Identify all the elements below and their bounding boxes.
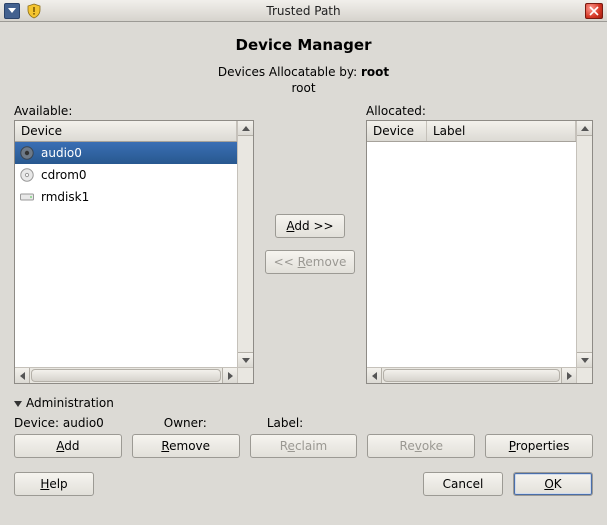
allocated-list-header[interactable]: Device Label [367, 121, 576, 142]
admin-revoke-button[interactable]: Revoke [367, 434, 475, 458]
scroll-corner [237, 367, 253, 383]
add-button[interactable]: Add >> [275, 214, 345, 238]
admin-remove-button[interactable]: Remove [132, 434, 240, 458]
allocated-label: Allocated: [366, 104, 593, 118]
cancel-button[interactable]: Cancel [423, 472, 503, 496]
scroll-left-button[interactable] [15, 368, 30, 383]
chevron-down-icon [14, 401, 22, 407]
scroll-up-button[interactable] [577, 121, 592, 136]
list-item[interactable]: cdrom0 [15, 164, 237, 186]
scroll-corner [576, 367, 592, 383]
ok-button[interactable]: OK [513, 472, 593, 496]
available-list[interactable]: Device audio0 cdrom0 rmdis [14, 120, 254, 384]
available-list-header[interactable]: Device [15, 121, 237, 142]
admin-properties-button[interactable]: Properties [485, 434, 593, 458]
help-button[interactable]: Help [14, 472, 94, 496]
available-list-body[interactable]: audio0 cdrom0 rmdisk1 [15, 142, 237, 367]
scroll-down-button[interactable] [238, 352, 253, 367]
horizontal-scrollbar[interactable] [15, 367, 237, 383]
scroll-left-button[interactable] [367, 368, 382, 383]
dialog-footer: Help Cancel OK [14, 458, 593, 496]
shield-icon [26, 3, 42, 19]
list-item-label: rmdisk1 [41, 190, 89, 204]
admin-label: Label: [267, 416, 303, 430]
subhead-role: root [291, 81, 315, 95]
scroll-up-button[interactable] [238, 121, 253, 136]
admin-reclaim-button[interactable]: Reclaim [250, 434, 358, 458]
disc-icon [19, 167, 35, 183]
available-label: Available: [14, 104, 254, 118]
audio-icon [19, 145, 35, 161]
scroll-thumb[interactable] [383, 369, 560, 382]
admin-add-button[interactable]: Add [14, 434, 122, 458]
admin-owner: Owner: [164, 416, 207, 430]
window-menu-button[interactable] [4, 3, 20, 19]
remove-button[interactable]: << Remove [265, 250, 356, 274]
scroll-right-button[interactable] [222, 368, 237, 383]
dialog-heading: Device Manager [14, 36, 593, 54]
list-item-label: audio0 [41, 146, 82, 160]
scroll-thumb[interactable] [31, 369, 221, 382]
allocated-list[interactable]: Device Label [366, 120, 593, 384]
administration-section: Administration Device: audio0 Owner: Lab… [14, 392, 593, 458]
admin-device: Device: audio0 [14, 416, 104, 430]
subhead-user: root [361, 65, 389, 79]
dialog-subhead: Devices Allocatable by: root root [14, 64, 593, 96]
close-button[interactable] [585, 3, 603, 19]
dialog-content: Device Manager Devices Allocatable by: r… [0, 22, 607, 506]
column-header-device[interactable]: Device [15, 121, 237, 141]
column-header-device[interactable]: Device [367, 121, 427, 141]
administration-toggle[interactable]: Administration [14, 392, 593, 414]
subhead-prefix: Devices Allocatable by: [218, 65, 361, 79]
close-icon [589, 6, 599, 16]
scroll-down-button[interactable] [577, 352, 592, 367]
window-title: Trusted Path [0, 4, 607, 18]
scroll-right-button[interactable] [561, 368, 576, 383]
vertical-scrollbar[interactable] [576, 121, 592, 367]
administration-label: Administration [26, 396, 114, 410]
list-item[interactable]: audio0 [15, 142, 237, 164]
title-bar: Trusted Path [0, 0, 607, 22]
list-item-label: cdrom0 [41, 168, 87, 182]
column-header-label[interactable]: Label [427, 121, 576, 141]
drive-icon [19, 189, 35, 205]
vertical-scrollbar[interactable] [237, 121, 253, 367]
allocated-list-body[interactable] [367, 142, 576, 367]
horizontal-scrollbar[interactable] [367, 367, 576, 383]
list-item[interactable]: rmdisk1 [15, 186, 237, 208]
